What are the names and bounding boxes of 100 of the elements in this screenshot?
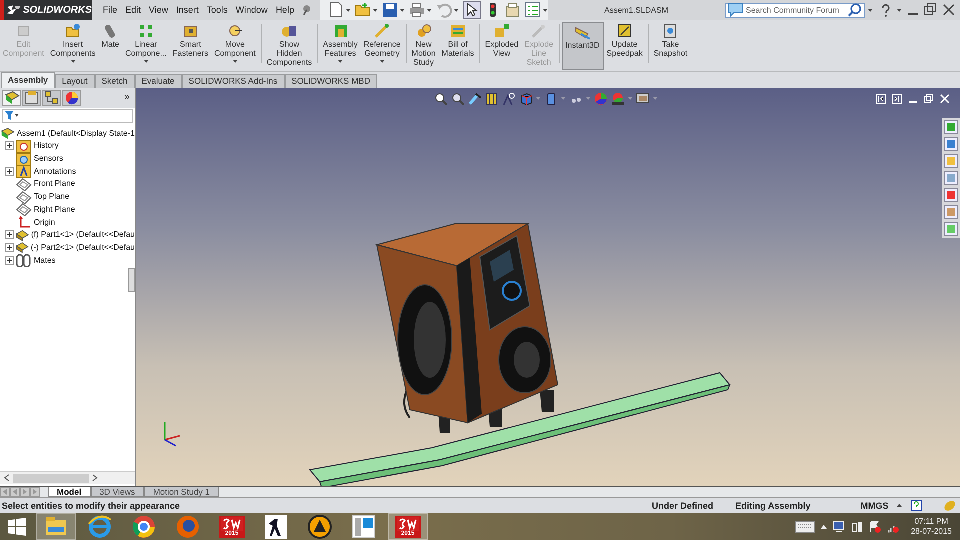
- command-tab[interactable]: SOLIDWORKS Add-Ins: [182, 74, 285, 88]
- tree-item[interactable]: History: [34, 141, 59, 150]
- command-tab[interactable]: SOLIDWORKS MBD: [284, 74, 378, 88]
- windows-start-icon[interactable]: [8, 518, 26, 536]
- menu-item[interactable]: View: [146, 3, 172, 17]
- ribbon-button[interactable]: Update Speedpak: [604, 22, 646, 70]
- model-tab[interactable]: 3D Views: [90, 487, 144, 498]
- scene-icon[interactable]: [611, 92, 625, 106]
- panel-tab[interactable]: [22, 90, 41, 106]
- search-icon[interactable]: [848, 3, 862, 17]
- printer-icon[interactable]: [409, 2, 425, 18]
- expand-icon[interactable]: [5, 141, 14, 150]
- tree-item[interactable]: (-) Part2<1> (Default<<Defau: [30, 242, 135, 252]
- tree-item[interactable]: Origin: [34, 218, 56, 227]
- ribbon-button[interactable]: Instant3D: [562, 22, 604, 70]
- expand-button[interactable]: »: [121, 92, 133, 104]
- ribbon-button[interactable]: Reference Geometry: [360, 22, 404, 70]
- caret-icon[interactable]: [373, 8, 378, 12]
- menu-item[interactable]: File: [100, 3, 121, 17]
- menu-item[interactable]: Window: [232, 3, 271, 17]
- split-right-icon[interactable]: [892, 94, 902, 104]
- clock-date[interactable]: 28-07-2015: [911, 526, 952, 536]
- panel-tab[interactable]: [2, 90, 21, 106]
- ribbon-button[interactable]: Exploded View: [482, 22, 522, 70]
- split-left-icon[interactable]: [876, 94, 886, 104]
- view-orientation-icon[interactable]: [519, 92, 533, 106]
- zoom-area-icon[interactable]: [451, 92, 465, 106]
- menu-item[interactable]: Tools: [204, 3, 231, 17]
- ribbon-button[interactable]: Show Hidden Components: [264, 22, 316, 70]
- tree-item[interactable]: Front Plane: [34, 179, 76, 188]
- ribbon-button[interactable]: Take Snapshot: [650, 22, 691, 70]
- expand-icon[interactable]: [5, 256, 14, 265]
- caret-icon[interactable]: [897, 8, 902, 12]
- caret-icon[interactable]: [427, 8, 432, 12]
- panel-collapse-handle[interactable]: [128, 268, 135, 292]
- options-icon[interactable]: [525, 2, 541, 18]
- caret-icon[interactable]: [821, 524, 828, 528]
- close-icon[interactable]: [942, 3, 956, 17]
- ribbon-button[interactable]: Linear Compone...: [122, 22, 170, 70]
- assembly-icon: [4, 90, 20, 106]
- filter-icon[interactable]: [5, 110, 19, 121]
- new-document-icon[interactable]: [328, 2, 344, 18]
- ribbon-button[interactable]: New Motion Study: [408, 22, 439, 70]
- plane-icon: [16, 202, 32, 216]
- caret-icon[interactable]: [543, 8, 548, 12]
- flag-icon[interactable]: [869, 520, 882, 532]
- ribbon-button[interactable]: Bill of Materials: [438, 22, 478, 70]
- units-button[interactable]: MMGS: [860, 500, 889, 511]
- menu-item[interactable]: Edit: [122, 3, 144, 17]
- expand-icon[interactable]: [5, 166, 14, 176]
- monitor-icon[interactable]: [833, 520, 846, 532]
- menu-item[interactable]: Help: [272, 3, 298, 17]
- ribbon-button[interactable]: Insert Components: [47, 22, 99, 70]
- tree-item[interactable]: Annotations: [34, 166, 76, 176]
- caret-icon[interactable]: [896, 504, 902, 508]
- caret-icon[interactable]: [400, 8, 405, 12]
- ribbon-button[interactable]: Mate: [98, 22, 123, 70]
- dynamic-annotation-icon[interactable]: [502, 92, 516, 106]
- cursor-icon[interactable]: [463, 1, 481, 19]
- scroll-right-icon[interactable]: [92, 474, 99, 482]
- command-tab[interactable]: Layout: [55, 74, 95, 88]
- help-icon[interactable]: [910, 500, 922, 512]
- tree-item[interactable]: Top Plane: [34, 192, 70, 202]
- view-settings-icon[interactable]: [636, 92, 650, 106]
- expand-icon[interactable]: [5, 242, 14, 252]
- command-tab[interactable]: Assembly: [1, 72, 56, 88]
- panel-tab[interactable]: [62, 90, 81, 106]
- clock-time[interactable]: 07:11 PM: [914, 516, 948, 526]
- tree-item[interactable]: Right Plane: [34, 204, 76, 214]
- command-tab[interactable]: Evaluate: [134, 74, 182, 88]
- scroll-left-icon[interactable]: [3, 474, 10, 482]
- file-properties-icon[interactable]: [505, 2, 521, 18]
- tree-item[interactable]: (f) Part1<1> (Default<<Defau: [31, 230, 135, 240]
- keyboard-icon[interactable]: [795, 520, 816, 532]
- zoom-fit-icon[interactable]: [434, 92, 448, 106]
- caret-icon[interactable]: [346, 8, 351, 12]
- section-view-icon[interactable]: [485, 92, 499, 106]
- model-tab[interactable]: Motion Study 1: [144, 487, 220, 498]
- caret-icon[interactable]: [868, 8, 873, 12]
- ribbon-button[interactable]: Smart Fasteners: [170, 22, 212, 70]
- scroll-thumb[interactable]: [13, 474, 89, 483]
- pin-icon[interactable]: [301, 4, 314, 16]
- menu-item[interactable]: Insert: [173, 3, 202, 17]
- model-tab[interactable]: Model: [48, 487, 91, 498]
- panel-tab[interactable]: [42, 90, 61, 106]
- caret-icon[interactable]: [454, 8, 459, 12]
- horizontal-scrollbar[interactable]: [0, 471, 135, 484]
- search-field[interactable]: Search Community Forum: [725, 2, 865, 18]
- tree-item[interactable]: Mates: [34, 256, 56, 265]
- tree-item[interactable]: Sensors: [34, 154, 64, 164]
- command-tab[interactable]: Sketch: [94, 74, 135, 88]
- ribbon-button[interactable]: Assembly Features: [320, 22, 361, 70]
- save-icon[interactable]: [382, 2, 398, 18]
- previous-view-icon[interactable]: [468, 92, 482, 106]
- tree-item[interactable]: Assem1 (Default<Display State-1: [16, 128, 135, 138]
- restore-icon[interactable]: [924, 3, 938, 17]
- restore-icon[interactable]: [924, 94, 934, 104]
- expand-icon[interactable]: [5, 230, 14, 240]
- ribbon-button[interactable]: Move Component: [211, 22, 259, 70]
- appearance-icon[interactable]: [594, 92, 608, 106]
